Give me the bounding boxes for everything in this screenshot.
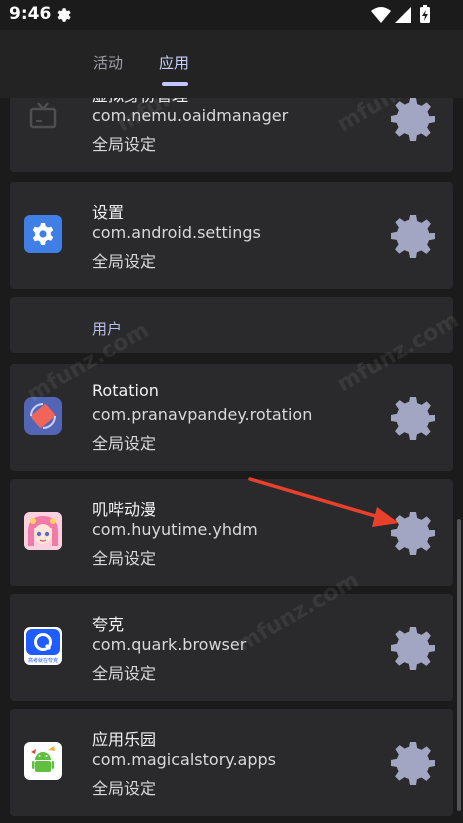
gear-icon[interactable] [389, 212, 437, 260]
app-card-rotation[interactable]: Rotation com.pranavpandey.rotation 全局设定 [10, 364, 453, 471]
gear-icon[interactable] [389, 739, 437, 787]
battery-icon [420, 5, 430, 23]
settings-app-icon [24, 215, 62, 253]
app-package: com.nemu.oaidmanager [92, 106, 289, 125]
app-setting-scope: 全局设定 [92, 135, 157, 154]
app-package: com.quark.browser [92, 635, 247, 654]
gear-icon[interactable] [389, 394, 437, 442]
app-setting-scope: 全局设定 [92, 549, 157, 568]
app-package: com.android.settings [92, 223, 261, 242]
tab-indicator [162, 82, 188, 86]
app-list[interactable]: 虚拟身份管理 com.nemu.oaidmanager 全局设定 设置 com.… [0, 98, 463, 823]
anime-girl-app-icon [24, 512, 62, 550]
app-name: 夸克 [92, 615, 125, 634]
section-header-users: 用户 [10, 297, 453, 353]
app-setting-scope: 全局设定 [92, 779, 157, 798]
wifi-icon [371, 7, 391, 23]
app-setting-scope: 全局设定 [92, 252, 157, 271]
tab-apps[interactable]: 应用 [159, 52, 189, 73]
app-package: com.magicalstory.apps [92, 750, 276, 769]
android-app-icon [24, 742, 62, 780]
tv-icon [24, 98, 62, 136]
tab-activity[interactable]: 活动 [93, 52, 123, 73]
tab-bar: 活动 应用 [0, 30, 463, 98]
app-card-settings[interactable]: 设置 com.android.settings 全局设定 [10, 182, 453, 289]
signal-icon [395, 7, 411, 23]
section-label: 用户 [92, 320, 123, 338]
app-name: 应用乐园 [92, 730, 157, 749]
app-name: 叽哔动漫 [92, 500, 157, 519]
app-package: com.huyutime.yhdm [92, 520, 258, 539]
status-time: 9:46 [9, 4, 52, 24]
settings-status-icon [57, 8, 71, 22]
app-name: 设置 [92, 203, 125, 222]
rotation-app-icon [24, 397, 62, 435]
icon-caption: 高考就在夸克 [28, 657, 58, 664]
gear-icon[interactable] [389, 98, 437, 143]
gear-icon[interactable] [389, 509, 437, 557]
app-name: 虚拟身份管理 [92, 98, 188, 106]
app-name: Rotation [92, 381, 159, 400]
scrollbar[interactable] [457, 519, 461, 811]
app-card-magicalstory[interactable]: 应用乐园 com.magicalstory.apps 全局设定 [10, 709, 453, 816]
app-package: com.pranavpandey.rotation [92, 405, 313, 424]
gear-icon[interactable] [389, 624, 437, 672]
app-card-yhdm[interactable]: 叽哔动漫 com.huyutime.yhdm 全局设定 [10, 479, 453, 586]
app-setting-scope: 全局设定 [92, 434, 157, 453]
app-card-oaidmanager[interactable]: 虚拟身份管理 com.nemu.oaidmanager 全局设定 [10, 98, 453, 172]
status-icons [371, 5, 430, 23]
status-bar: 9:46 [0, 0, 463, 30]
app-setting-scope: 全局设定 [92, 664, 157, 683]
app-card-quark[interactable]: 高考就在夸克 夸克 com.quark.browser 全局设定 [10, 594, 453, 701]
quark-app-icon: 高考就在夸克 [24, 627, 62, 665]
